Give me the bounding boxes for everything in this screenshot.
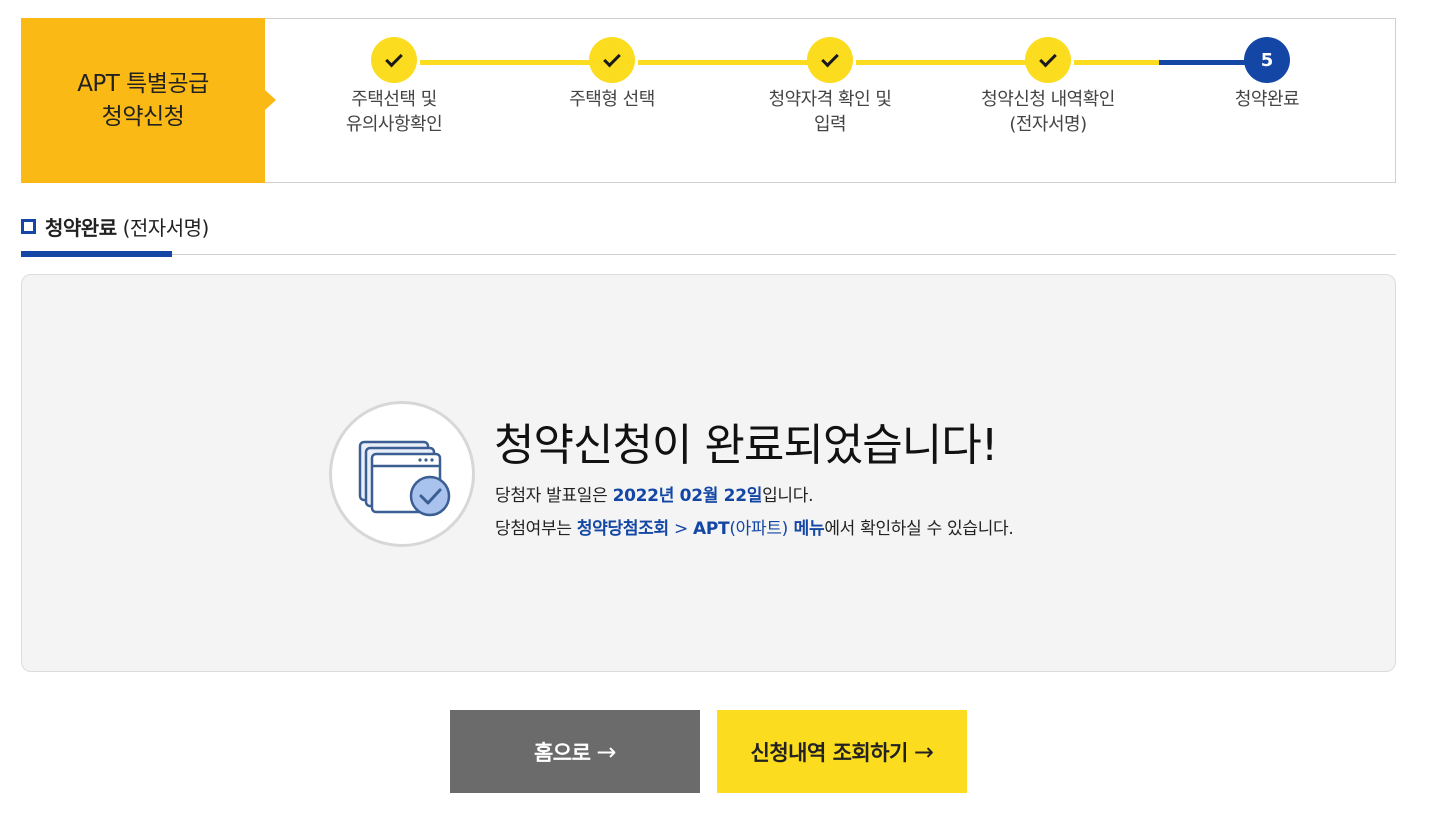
application-step-bar: APT 특별공급 청약신청 주택선택 및 유의사항확인 주택형 선택 청약자격 … <box>21 18 1396 183</box>
section-title-bold: 청약완료 <box>45 216 117 240</box>
step-1: 주택선택 및 유의사항확인 <box>294 37 494 137</box>
step-4: 청약신청 내역확인 (전자서명) <box>948 37 1148 137</box>
go-home-button[interactable]: 홈으로 → <box>450 710 700 793</box>
step-1-circle <box>371 37 417 83</box>
completion-title: 청약신청이 완료되었습니다! <box>494 420 998 471</box>
section-accent-bar <box>21 251 172 257</box>
step-1-label: 주택선택 및 유의사항확인 <box>345 89 443 135</box>
step-2-circle <box>589 37 635 83</box>
result-check-line: 당첨여부는 청약당첨조회 > APT(아파트) 메뉴에서 확인하실 수 있습니다… <box>495 519 1014 539</box>
stepbar-title-line2: 청약신청 <box>101 103 185 130</box>
arrow-right-icon: → <box>913 737 934 766</box>
step-3-circle <box>807 37 853 83</box>
completion-message-box: 청약신청이 완료되었습니다! 당첨자 발표일은 2022년 02월 22일입니다… <box>21 274 1396 672</box>
step-2: 주택형 선택 <box>512 37 712 112</box>
step-2-label: 주택형 선택 <box>569 89 655 110</box>
section-title-rest: (전자서명) <box>122 216 210 240</box>
step-5-circle: 5 <box>1244 37 1290 83</box>
stepbar-title-line1: APT 특별공급 <box>77 70 209 97</box>
step-5-label: 청약완료 <box>1234 89 1300 110</box>
step-3: 청약자격 확인 및 입력 <box>730 37 930 137</box>
check-icon <box>603 49 621 67</box>
arrow-right-icon: → <box>596 737 617 766</box>
go-home-label: 홈으로 <box>533 740 591 765</box>
section-divider <box>21 254 1396 255</box>
view-application-history-button[interactable]: 신청내역 조회하기 → <box>717 710 967 793</box>
winner-inquiry-link: 청약당첨조회 <box>576 519 669 539</box>
step-4-circle <box>1025 37 1071 83</box>
browser-windows-check-icon <box>329 401 475 547</box>
stepbar-title: APT 특별공급 청약신청 <box>21 18 276 183</box>
step-5: 5 청약완료 <box>1167 37 1367 112</box>
apt-menu-link: APT <box>693 519 730 539</box>
view-history-label: 신청내역 조회하기 <box>750 740 909 765</box>
step-5-number: 5 <box>1260 49 1274 71</box>
check-icon <box>385 49 403 67</box>
check-icon <box>821 49 839 67</box>
check-icon <box>1039 49 1057 67</box>
announcement-date-line: 당첨자 발표일은 2022년 02월 22일입니다. <box>495 486 814 506</box>
square-bullet-icon <box>21 219 36 234</box>
step-4-label: 청약신청 내역확인 (전자서명) <box>981 89 1115 135</box>
step-3-label: 청약자격 확인 및 입력 <box>768 89 892 135</box>
announcement-date: 2022년 02월 22일 <box>612 486 763 506</box>
section-title: 청약완료 (전자서명) <box>21 212 209 241</box>
